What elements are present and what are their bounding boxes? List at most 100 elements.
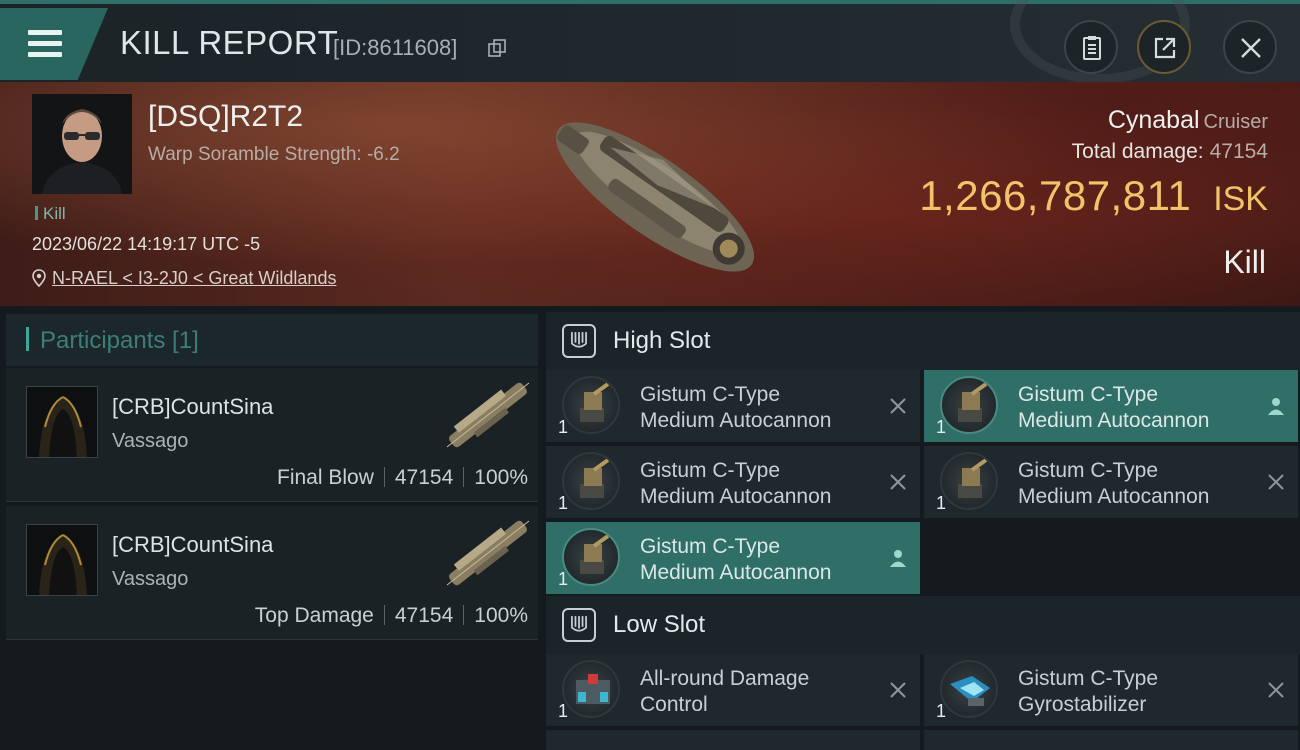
module-slot[interactable]: 1 Gistum C-Type Medium Autocannon [924,446,1298,518]
victim-portrait[interactable] [32,94,132,194]
module-name-line1: Gistum C-Type [1018,383,1159,406]
module-name-line2: Gyrostabilizer [1018,693,1147,716]
module-slot[interactable]: 1 Gistum C-Type Medium Autocannon [924,370,1298,442]
high-slot-label: High Slot [613,327,711,354]
share-icon [1154,37,1176,59]
isk-value: 1,266,787,811 ISK [919,172,1268,220]
participant-ship: Vassago [112,568,189,590]
module-slot[interactable]: 1 Gistum C-Type Medium Autocannon [546,370,920,442]
victim-ship-image[interactable] [520,92,790,302]
autocannon-icon [562,452,620,510]
module-name-line2: Medium Autocannon [640,409,832,432]
module-name-line2: Medium Autocannon [1018,485,1210,508]
pilot-avatar-image [32,94,132,194]
participant-stats: Top Damage 47154 100% [255,604,528,628]
module-name-line1: Gistum C-Type [640,535,781,558]
participant-damage: 47154 [394,466,454,489]
location-link[interactable]: N-RAEL < I3-2J0 < Great Wildlands [52,268,336,288]
kill-location[interactable]: N-RAEL < I3-2J0 < Great Wildlands [32,268,336,289]
module-slot-partial[interactable] [546,730,920,750]
module-name-line1: Gistum C-Type [640,383,781,406]
low-slot-label: Low Slot [613,611,706,638]
location-pin-icon [32,269,46,287]
stats-divider [463,467,465,487]
module-quantity: 1 [558,493,569,513]
participants-accent [26,327,29,351]
autocannon-icon [562,528,620,586]
participant-ship-image [446,382,530,448]
menu-button[interactable] [0,8,108,80]
kill-datetime: 2023/06/22 14:19:17 UTC -5 [32,234,261,254]
isk-unit: ISK [1213,180,1268,218]
participant-damage-pct: 100% [474,466,528,489]
module-slot[interactable]: 1 Gistum C-Type Medium Autocannon [546,522,920,594]
destroyed-icon [890,474,906,490]
module-quantity: 1 [558,569,569,589]
participant-row[interactable]: [CRB]CountSina Vassago Final Blow 47154 10… [6,368,538,502]
top-bar: KILL REPORT [ID:8611608] [0,0,1300,84]
module-quantity: 1 [558,701,569,721]
clipboard-button[interactable] [1064,20,1118,74]
kill-tag: Kill [35,204,66,224]
stats-divider [463,605,465,625]
page-title: KILL REPORT [120,24,339,61]
destroyed-icon [1268,682,1284,698]
warp-scramble-strength: Warp Soramble Strength: -6.2 [148,144,400,165]
participants-header[interactable]: Participants [1] [6,314,538,366]
module-name-line1: Gistum C-Type [1018,459,1159,482]
total-damage: Total damage: 47154 [1072,140,1268,164]
victim-name[interactable]: [DSQ]R2T2 [148,100,303,134]
participant-stats: Final Blow 47154 100% [277,466,528,490]
module-name-line2: Medium Autocannon [640,485,832,508]
destroyed-icon [1268,474,1284,490]
hooded-pilot-image [27,387,97,457]
destroyed-icon [890,682,906,698]
module-name-line1: Gistum C-Type [640,459,781,482]
module-quantity: 1 [936,417,947,437]
participant-role: Top Damage [254,604,374,627]
module-slot[interactable]: 1 Gistum C-Type Gyrostabilizer [924,654,1298,726]
module-quantity: 1 [936,701,947,721]
share-button[interactable] [1137,20,1191,74]
low-slot-header: Low Slot [546,596,1300,654]
module-quantity: 1 [558,417,569,437]
total-damage-label: Total damage: [1071,140,1204,163]
participant-damage: 47154 [394,604,454,627]
pilot-icon [890,550,906,567]
module-slot[interactable]: 1 Gistum C-Type Medium Autocannon [546,446,920,518]
autocannon-icon [940,376,998,434]
stats-divider [383,605,385,625]
autocannon-icon [562,376,620,434]
ship-class: Cruiser [1203,111,1268,133]
damage-control-icon [562,660,620,718]
autocannon-icon [940,452,998,510]
victim-ship-type: Cynabal Cruiser [1108,106,1268,135]
module-name-line1: Gistum C-Type [1018,667,1159,690]
copy-icon[interactable] [488,39,506,57]
module-quantity: 1 [936,493,947,513]
participant-ship-image [446,520,530,586]
close-button[interactable] [1223,20,1277,74]
close-icon [1241,38,1261,58]
gyrostabilizer-icon [940,660,998,718]
hooded-pilot-image [27,525,97,595]
isk-amount: 1,266,787,811 [919,172,1192,219]
total-damage-value: 47154 [1209,140,1268,163]
module-name-line2: Medium Autocannon [1018,409,1210,432]
participant-avatar[interactable] [26,386,98,458]
module-slot[interactable]: 1 All-round Damage Control [546,654,920,726]
participant-avatar[interactable] [26,524,98,596]
ship-name[interactable]: Cynabal [1108,106,1200,134]
result-label: Kill [1223,244,1266,280]
pilot-icon [1268,398,1284,415]
hamburger-icon [28,30,62,63]
module-slot-partial[interactable] [924,730,1298,750]
participant-ship: Vassago [112,430,189,452]
module-name-line2: Medium Autocannon [640,561,832,584]
report-id: [ID:8611608] [333,35,458,60]
high-slot-icon [562,324,596,358]
participant-role: Final Blow [277,466,374,489]
participant-row[interactable]: [CRB]CountSina Vassago Top Damage 47154 10… [6,506,538,640]
module-name-line2: Control [640,693,708,716]
destroyed-icon [890,398,906,414]
